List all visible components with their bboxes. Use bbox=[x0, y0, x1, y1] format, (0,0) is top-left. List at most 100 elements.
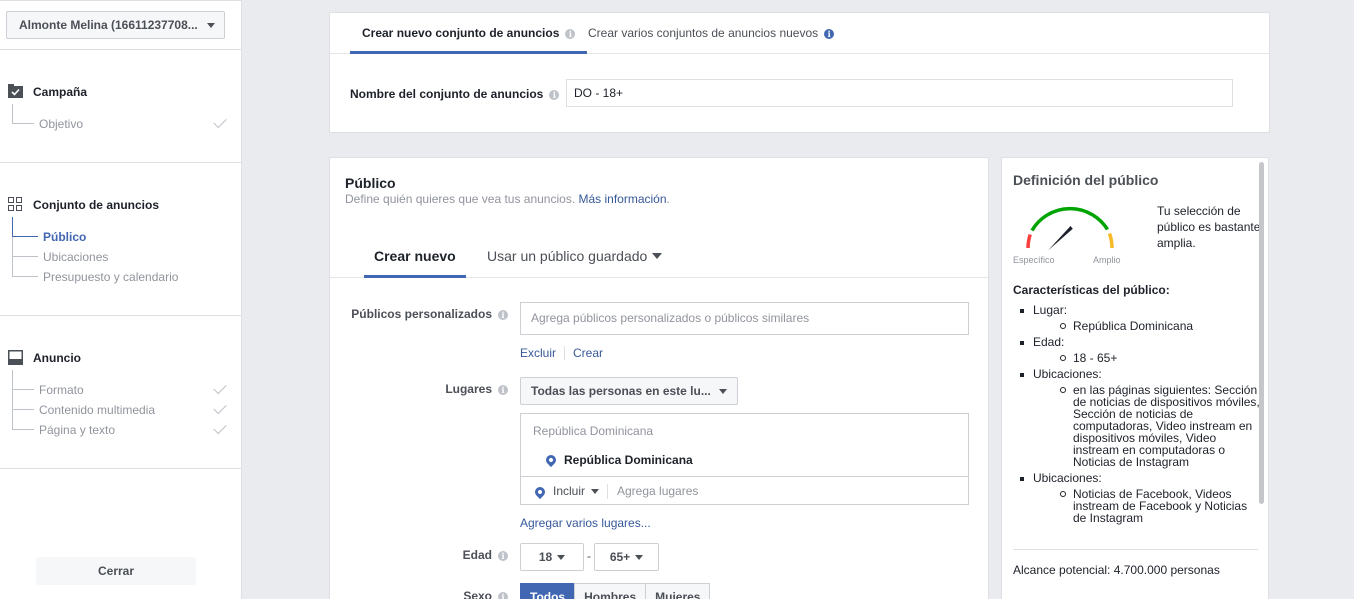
list-subitem: República Dominicana bbox=[1033, 320, 1260, 332]
item-label: Edad: bbox=[1033, 335, 1065, 349]
chevron-down-icon bbox=[207, 23, 215, 28]
list-subitem: 18 - 65+ bbox=[1033, 352, 1260, 364]
sidebar-item-budget-schedule[interactable]: Presupuesto y calendario bbox=[12, 257, 228, 287]
tab-create-new[interactable]: Crear nuevo bbox=[364, 234, 466, 278]
sidebar-item-label: Página y texto bbox=[39, 423, 116, 437]
gender-option-all[interactable]: Todos bbox=[520, 583, 576, 599]
dropdown-value: Incluir bbox=[553, 484, 586, 498]
include-dropdown[interactable]: Incluir bbox=[532, 477, 600, 506]
sidebar-item-label: Ubicaciones bbox=[43, 250, 109, 264]
label-text: Sexo bbox=[463, 589, 492, 599]
sidebar-item-media[interactable]: Contenido multimedia bbox=[12, 390, 228, 420]
characteristics-title: Características del público: bbox=[1013, 283, 1170, 297]
gauge-label-broad: Amplio bbox=[1093, 255, 1121, 265]
section-title: Público bbox=[345, 175, 396, 191]
location-pin-icon bbox=[532, 484, 548, 499]
info-icon[interactable]: i bbox=[549, 90, 560, 100]
adset-name-input[interactable]: DO - 18+ bbox=[566, 79, 1233, 107]
breadth-summary: Tu selección de público es bastante ampl… bbox=[1157, 204, 1261, 250]
exclude-link[interactable]: Excluir bbox=[520, 346, 556, 360]
list-subitem: en las páginas siguientes: Sección de no… bbox=[1033, 384, 1260, 468]
add-multiple-places-link[interactable]: Agregar varios lugares... bbox=[520, 516, 651, 530]
tab-create-multiple[interactable]: Crear varios conjuntos de anuncios nuevo… bbox=[588, 13, 835, 54]
definition-title: Definición del público bbox=[1013, 172, 1159, 188]
age-min-dropdown[interactable]: 18 bbox=[520, 543, 584, 571]
caret-down-icon bbox=[635, 555, 644, 560]
tab-label: Usar un público guardado bbox=[487, 248, 648, 264]
sidebar-section-label: Conjunto de anuncios bbox=[33, 197, 159, 212]
adset-name-label: Nombre del conjunto de anuncios i bbox=[350, 87, 560, 101]
tab-label: Crear nuevo conjunto de anuncios bbox=[362, 26, 560, 40]
sidebar-section-label: Campaña bbox=[33, 84, 88, 99]
gender-option-women[interactable]: Mujeres bbox=[645, 583, 711, 599]
info-icon[interactable]: i bbox=[498, 385, 508, 395]
sidebar-item-label: Contenido multimedia bbox=[39, 403, 156, 417]
tab-saved-audience[interactable]: Usar un público guardado bbox=[487, 234, 663, 278]
location-box: República Dominicana República Dominican… bbox=[520, 413, 969, 505]
divider bbox=[0, 49, 242, 50]
age-max-dropdown[interactable]: 65+ bbox=[594, 543, 659, 571]
sidebar-item-label: Formato bbox=[39, 383, 84, 397]
sidebar-section-ad[interactable]: Anuncio bbox=[8, 350, 81, 365]
sidebar-item-format[interactable]: Formato bbox=[12, 370, 228, 400]
dropdown-value: 65+ bbox=[609, 550, 631, 564]
dropdown-value: Todas las personas en este lu... bbox=[531, 384, 711, 398]
gauge-red-segment bbox=[1026, 233, 1032, 249]
tab-create-single[interactable]: Crear nuevo conjunto de anuncios i bbox=[350, 13, 588, 54]
sidebar-section-campaign[interactable]: Campaña bbox=[8, 84, 87, 99]
location-pin-icon bbox=[543, 452, 559, 468]
label-text: Lugares bbox=[445, 382, 492, 396]
more-info-link[interactable]: Más información bbox=[579, 192, 667, 206]
audience-tabs: Crear nuevo Usar un público guardado bbox=[330, 234, 988, 278]
item-label: Ubicaciones: bbox=[1033, 367, 1102, 381]
age-label: Edad i bbox=[463, 548, 508, 562]
sidebar-item-audience[interactable]: Público bbox=[12, 217, 228, 247]
location-search-row: Incluir Agrega lugares bbox=[521, 476, 968, 505]
scrollbar[interactable] bbox=[1259, 162, 1264, 504]
info-icon[interactable]: i bbox=[498, 592, 508, 599]
section-description: Define quién quieres que vea tus anuncio… bbox=[345, 192, 670, 206]
sidebar-item-page-text[interactable]: Página y texto bbox=[12, 410, 228, 440]
custom-audiences-label: Públicos personalizados i bbox=[351, 307, 508, 321]
audience-definition-card: Definición del público Específico Amplio… bbox=[1001, 157, 1269, 599]
gender-label: Sexo i bbox=[463, 589, 508, 599]
sidebar-section-adset[interactable]: Conjunto de anuncios bbox=[8, 197, 159, 212]
age-separator: - bbox=[587, 549, 591, 563]
caret-down-icon bbox=[591, 489, 600, 494]
check-icon bbox=[213, 114, 227, 129]
sidebar-item-label: Público bbox=[43, 230, 87, 244]
custom-audiences-input[interactable]: Agrega públicos personalizados o público… bbox=[520, 302, 969, 335]
item-label: Lugar: bbox=[1033, 303, 1068, 317]
label-text: Edad bbox=[462, 548, 492, 562]
label-text: Públicos personalizados bbox=[351, 307, 492, 321]
campaign-icon bbox=[8, 84, 23, 99]
places-label: Lugares i bbox=[445, 382, 508, 396]
divider bbox=[0, 162, 242, 163]
create-link[interactable]: Crear bbox=[573, 346, 603, 360]
tab-label: Crear varios conjuntos de anuncios nuevo… bbox=[588, 26, 819, 40]
potential-reach: Alcance potencial: 4.700.000 personas bbox=[1013, 563, 1220, 577]
divider bbox=[0, 315, 242, 316]
list-item: Lugar: República Dominicana bbox=[1013, 304, 1260, 332]
gender-selector: Todos Hombres Mujeres bbox=[520, 583, 711, 599]
info-icon[interactable]: i bbox=[824, 29, 835, 39]
gauge-needle bbox=[1048, 226, 1073, 251]
close-button[interactable]: Cerrar bbox=[36, 557, 196, 585]
account-selector[interactable]: Almonte Melina (16611237708... bbox=[6, 11, 225, 39]
sidebar-item-placements[interactable]: Ubicaciones bbox=[12, 237, 228, 267]
gauge-label-specific: Específico bbox=[1013, 255, 1055, 265]
info-icon[interactable]: i bbox=[565, 29, 576, 39]
caret-down-icon bbox=[718, 389, 727, 394]
location-item[interactable]: República Dominicana bbox=[543, 452, 693, 468]
places-search-input[interactable]: Agrega lugares bbox=[617, 477, 698, 506]
dropdown-value: 18 bbox=[538, 550, 553, 564]
location-name: República Dominicana bbox=[564, 453, 693, 467]
places-scope-dropdown[interactable]: Todas las personas en este lu... bbox=[520, 377, 738, 405]
info-icon[interactable]: i bbox=[498, 551, 508, 561]
location-group-header: República Dominicana bbox=[533, 424, 654, 438]
creation-tabs: Crear nuevo conjunto de anuncios i Crear … bbox=[330, 13, 1269, 54]
sidebar-item-objective[interactable]: Objetivo bbox=[12, 104, 228, 134]
info-icon[interactable]: i bbox=[498, 310, 508, 320]
gender-option-men[interactable]: Hombres bbox=[574, 583, 647, 599]
ad-icon bbox=[8, 350, 23, 365]
